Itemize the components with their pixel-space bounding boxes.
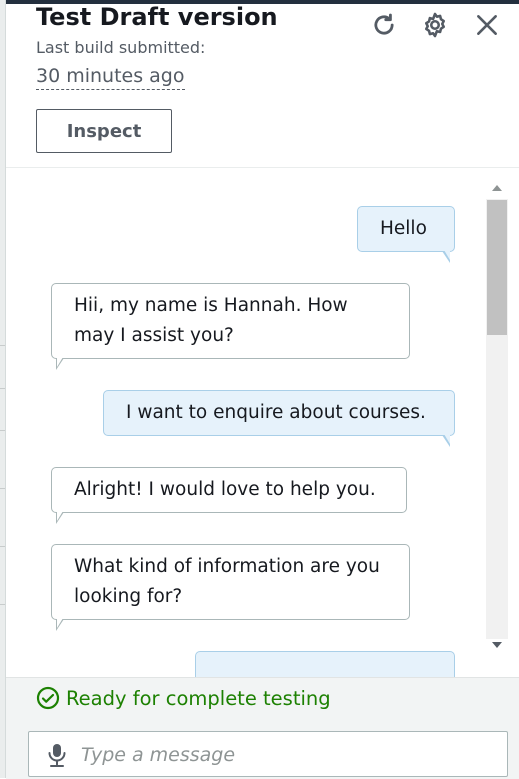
- test-draft-panel: Test Draft version Last build submitted:…: [5, 0, 519, 779]
- message-user: Hello: [357, 206, 455, 263]
- bubble-tail: [56, 357, 64, 370]
- bubble-tail: [56, 511, 64, 524]
- refresh-button[interactable]: [368, 9, 400, 41]
- build-time[interactable]: 30 minutes ago: [36, 65, 185, 90]
- message-text: I want to enquire about courses.: [126, 402, 426, 423]
- close-button[interactable]: [471, 9, 503, 41]
- bubble-tail: [442, 250, 450, 263]
- check-circle-icon: [36, 686, 60, 710]
- message-bot: Alright! I would love to help you.: [51, 467, 407, 524]
- settings-icon: [424, 12, 446, 38]
- build-label: Last build submitted:: [36, 38, 206, 57]
- chat-transcript[interactable]: Hello Hii, my name is Hannah. How may I …: [6, 167, 519, 678]
- ready-status: Ready for complete testing: [36, 686, 331, 710]
- message-text: Alright! I would love to help you.: [74, 479, 376, 500]
- message-bot: What kind of information are you looking…: [51, 544, 410, 631]
- scroll-down-arrow-icon[interactable]: [492, 642, 502, 648]
- close-icon: [477, 15, 497, 35]
- ready-status-text: Ready for complete testing: [66, 686, 331, 710]
- message-text: Hii, my name is Hannah. How may I assist…: [74, 295, 348, 346]
- scroll-up-arrow-icon[interactable]: [492, 185, 502, 191]
- message-text: Hello: [380, 218, 427, 239]
- settings-button[interactable]: [419, 9, 451, 41]
- scrollbar-thumb[interactable]: [487, 200, 507, 335]
- message-bot: Hii, my name is Hannah. How may I assist…: [51, 283, 410, 370]
- scrollbar-track[interactable]: [486, 199, 508, 639]
- microphone-icon[interactable]: [47, 742, 67, 768]
- status-area: Ready for complete testing: [6, 677, 519, 779]
- bubble-tail: [56, 618, 64, 631]
- panel-title: Test Draft version: [36, 3, 278, 31]
- message-text: What kind of information are you looking…: [74, 556, 380, 607]
- message-input[interactable]: [79, 740, 503, 770]
- bubble-tail: [442, 434, 450, 447]
- message-user: I want to enquire about courses.: [103, 390, 455, 447]
- message-composer[interactable]: [28, 731, 508, 777]
- inspect-button[interactable]: Inspect: [36, 109, 172, 153]
- message-user-partial: [195, 651, 455, 678]
- refresh-icon: [374, 13, 394, 35]
- chat-scrollbar[interactable]: [486, 179, 508, 654]
